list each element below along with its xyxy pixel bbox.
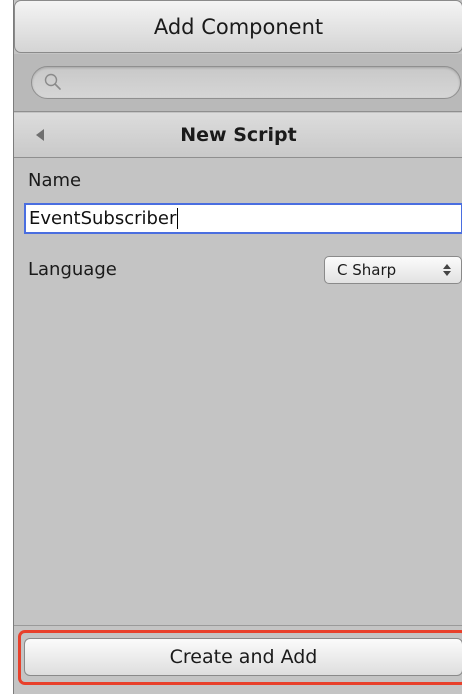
new-script-titlebar: New Script bbox=[14, 113, 462, 158]
name-field[interactable]: EventSubscriber bbox=[24, 203, 462, 234]
create-and-add-label: Create and Add bbox=[169, 646, 318, 668]
search-row bbox=[14, 54, 462, 112]
create-and-add-button[interactable]: Create and Add bbox=[24, 638, 462, 676]
footer-divider bbox=[14, 625, 462, 626]
search-input[interactable] bbox=[66, 67, 446, 98]
name-label: Name bbox=[28, 170, 82, 191]
name-value: EventSubscriber bbox=[29, 208, 177, 229]
add-component-panel: Add Component New Script Name EventSubsc… bbox=[13, 0, 462, 694]
back-arrow-glyph bbox=[36, 129, 44, 141]
language-value: C Sharp bbox=[337, 261, 397, 279]
text-caret bbox=[177, 208, 179, 229]
updown-chevron-icon bbox=[443, 264, 451, 276]
language-select[interactable]: C Sharp bbox=[324, 256, 462, 284]
search-field[interactable] bbox=[31, 66, 461, 99]
panel-title: Add Component bbox=[153, 14, 324, 39]
page-title: New Script bbox=[180, 124, 297, 146]
language-label: Language bbox=[28, 259, 117, 280]
panel-header: Add Component bbox=[14, 0, 462, 53]
search-icon bbox=[44, 73, 61, 90]
back-arrow-icon[interactable] bbox=[30, 125, 50, 145]
